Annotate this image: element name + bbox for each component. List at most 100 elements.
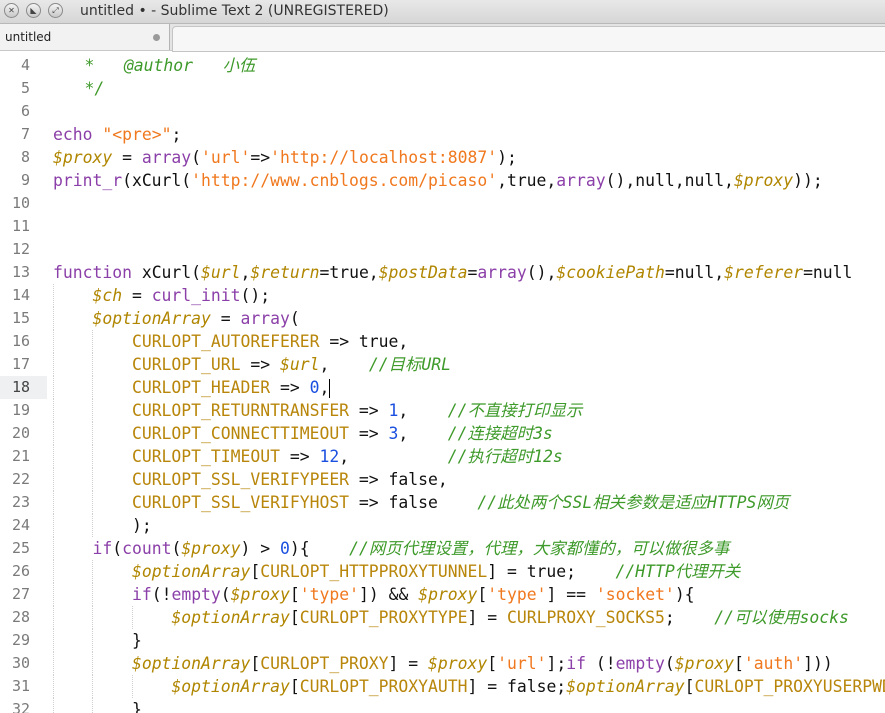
code-token: "<pre>" — [102, 125, 172, 144]
code-token: } — [131, 631, 142, 650]
line-code: } — [132, 629, 142, 652]
code-token: , — [398, 401, 448, 420]
code-line[interactable]: 30 $optionArray[CURLOPT_PROXY] = $proxy['… — [0, 652, 885, 675]
code-token: (), — [526, 263, 557, 282]
tab-bar-empty-area — [172, 26, 885, 52]
line-code: CURLOPT_SSL_VERIFYPEER => false, — [132, 468, 448, 491]
code-token: , — [398, 424, 448, 443]
code-line[interactable]: 29} — [0, 629, 885, 652]
code-line[interactable]: 21 CURLOPT_TIMEOUT => 12, //执行超时12s — [0, 445, 885, 468]
minimize-window-button[interactable]: ◣ — [26, 3, 41, 18]
code-token: * @author 小伍 — [45, 56, 256, 75]
code-token: ,true, — [497, 171, 557, 190]
code-token: 0 — [280, 539, 290, 558]
indent-guide — [53, 606, 54, 629]
maximize-window-button[interactable]: ⤢ — [48, 3, 63, 18]
code-line[interactable]: 32} — [0, 698, 885, 713]
code-token: //执行超时12s — [447, 447, 563, 466]
code-line[interactable]: 12 — [0, 238, 885, 261]
code-token: array — [240, 309, 290, 328]
code-line[interactable]: 9 print_r(xCurl('http://www.cnblogs.com/p… — [0, 169, 885, 192]
line-code: CURLOPT_AUTOREFERER => true, — [132, 330, 408, 353]
line-number: 25 — [11, 539, 30, 557]
line-code: $optionArray[CURLOPT_PROXY] = $proxy['ur… — [132, 652, 833, 675]
code-token: $proxy — [674, 654, 735, 673]
code-line[interactable]: 15 $optionArray = array( — [0, 307, 885, 330]
indent-guide — [53, 422, 54, 445]
line-code: $optionArray[CURLOPT_PROXYTYPE] = CURLPR… — [171, 606, 848, 629]
code-token: = — [112, 148, 142, 167]
code-token: $proxy — [181, 539, 241, 558]
code-token: ( — [664, 654, 675, 673]
code-line[interactable]: 10 — [0, 192, 885, 215]
line-code: ); — [132, 514, 152, 537]
code-line[interactable]: 28 $optionArray[CURLOPT_PROXYTYPE] = CURL… — [0, 606, 885, 629]
code-token: = — [467, 263, 478, 282]
tab-untitled[interactable]: untitled — [0, 24, 170, 50]
code-line[interactable]: 7 echo "<pre>"; — [0, 123, 885, 146]
indent-guide — [53, 675, 54, 698]
code-token: xCurl( — [131, 263, 202, 282]
code-line[interactable]: 17 CURLOPT_URL => $url, //目标URL — [0, 353, 885, 376]
text-cursor — [329, 379, 331, 398]
indent-guide — [53, 652, 54, 675]
code-line[interactable]: 26 $optionArray[CURLOPT_HTTPPROXYTUNNEL] … — [0, 560, 885, 583]
code-line[interactable]: 5 */ — [0, 77, 885, 100]
code-token: => — [279, 447, 320, 466]
code-line[interactable]: 16 CURLOPT_AUTOREFERER => true, — [0, 330, 885, 353]
code-token: =null, — [664, 263, 725, 282]
indent-guide — [53, 307, 54, 330]
code-line[interactable]: 27 if(!empty($proxy['type']) && $proxy['t… — [0, 583, 885, 606]
code-line[interactable]: 19 CURLOPT_RETURNTRANSFER => 1, //不直接打印显示 — [0, 399, 885, 422]
code-token: ( — [220, 585, 231, 604]
code-token: => true, — [319, 332, 409, 351]
code-line[interactable]: 13 function xCurl($url,$return=true,$post… — [0, 261, 885, 284]
code-line[interactable]: 18 CURLOPT_HEADER => 0, — [0, 376, 885, 399]
close-icon: ✕ — [8, 6, 15, 15]
code-line[interactable]: 14 $ch = curl_init(); — [0, 284, 885, 307]
line-code: } — [132, 698, 142, 713]
code-token: //网页代理设置，代理，大家都懂的，可以做很多事 — [349, 539, 730, 558]
code-token: $optionArray — [171, 677, 290, 696]
tab-label: untitled — [5, 30, 52, 44]
code-token: $url — [201, 263, 241, 282]
code-token: empty — [615, 654, 665, 673]
code-token: [ — [289, 608, 300, 627]
code-line[interactable]: 11 — [0, 215, 885, 238]
maximize-icon: ⤢ — [52, 6, 59, 15]
code-token: ) > — [240, 539, 281, 558]
indent-guide — [53, 560, 54, 583]
line-number: 26 — [11, 562, 30, 580]
code-token: //此处两个SSL相关参数是适应HTTPS网页 — [477, 493, 790, 512]
code-token: => — [240, 355, 280, 374]
code-token: = — [210, 309, 241, 328]
line-number: 7 — [20, 125, 30, 143]
line-number: 14 — [11, 286, 30, 304]
code-line[interactable]: 20 CURLOPT_CONNECTTIMEOUT => 3, //连接超时3s — [0, 422, 885, 445]
code-token: if — [131, 585, 152, 604]
line-number: 19 — [11, 401, 30, 419]
code-line[interactable]: 25 if(count($proxy) > 0){ //网页代理设置，代理，大家都… — [0, 537, 885, 560]
code-line[interactable]: 24); — [0, 514, 885, 537]
code-token: ( — [112, 539, 123, 558]
code-line[interactable]: 6 — [0, 100, 885, 123]
line-number: 23 — [11, 493, 30, 511]
code-line[interactable]: 31 $optionArray[CURLOPT_PROXYAUTH] = fals… — [0, 675, 885, 698]
code-line[interactable]: 23 CURLOPT_SSL_VERIFYHOST => false //此处两个… — [0, 491, 885, 514]
line-number: 5 — [20, 79, 30, 97]
indent-guide — [131, 675, 133, 698]
code-editor[interactable]: 4 * @author 小伍 5 */6 7 echo "<pre>"; 8 $proxy… — [0, 54, 885, 713]
code-line[interactable]: 4 * @author 小伍 — [0, 54, 885, 77]
unsaved-dot-icon[interactable] — [153, 34, 160, 41]
code-token: CURLOPT_HEADER — [131, 378, 271, 397]
code-line[interactable]: 22 CURLOPT_SSL_VERIFYPEER => false, — [0, 468, 885, 491]
code-token: ; — [171, 125, 182, 144]
code-token: 'socket' — [595, 585, 675, 604]
indent-guide — [92, 399, 94, 422]
close-window-button[interactable]: ✕ — [4, 3, 19, 18]
code-token: 'url' — [201, 148, 251, 167]
code-token: ); — [131, 516, 152, 535]
line-code: * @author 小伍 — [45, 54, 255, 77]
line-number: 15 — [11, 309, 30, 327]
code-line[interactable]: 8 $proxy = array('url'=>'http://localhost… — [0, 146, 885, 169]
